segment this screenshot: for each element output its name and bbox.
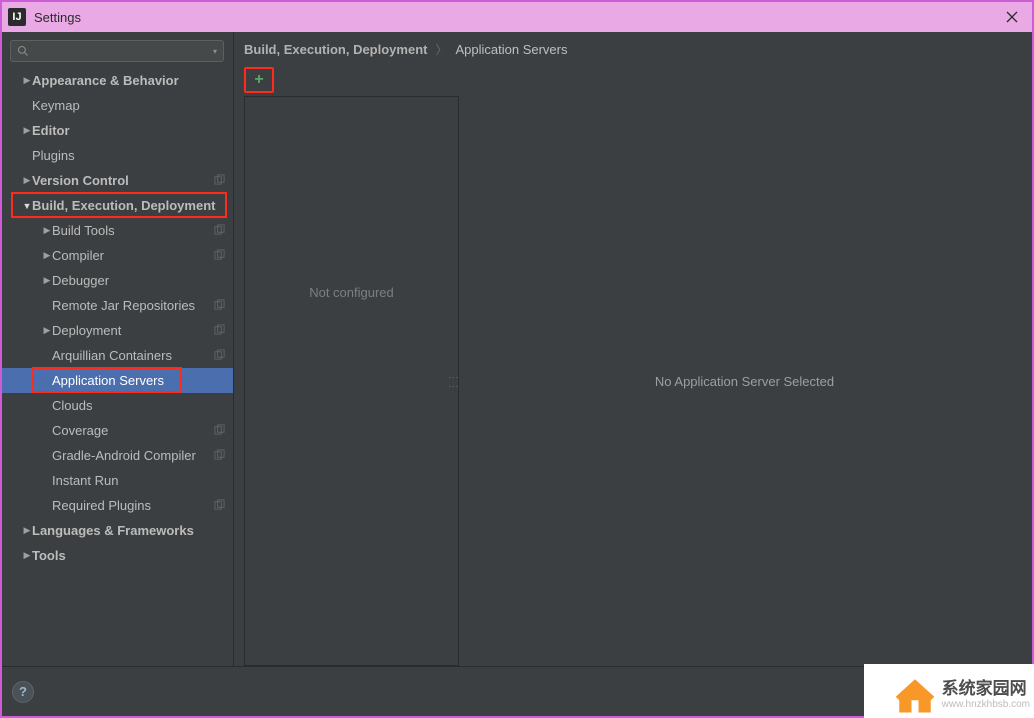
tree-item-label: Plugins xyxy=(32,148,75,163)
window-title: Settings xyxy=(34,10,998,25)
search-history-icon[interactable]: ▾ xyxy=(213,47,217,56)
tree-item-label: Compiler xyxy=(52,248,104,263)
chevron-right-icon: ▶ xyxy=(22,75,32,86)
tree-item-label: Debugger xyxy=(52,273,109,288)
close-icon[interactable] xyxy=(998,3,1026,31)
tree-item-label: Arquillian Containers xyxy=(52,348,172,363)
tree-item-compiler[interactable]: ▶Compiler xyxy=(2,243,233,268)
tree-item-deployment[interactable]: ▶Deployment xyxy=(2,318,233,343)
chevron-right-icon: ▶ xyxy=(22,175,32,186)
tree-item-label: Build Tools xyxy=(52,223,115,238)
tree-item-label: Coverage xyxy=(52,423,108,438)
search-input[interactable] xyxy=(33,44,213,58)
tree-item-build-tools[interactable]: ▶Build Tools xyxy=(2,218,233,243)
tree-item-label: Editor xyxy=(32,123,70,138)
tree-item-clouds[interactable]: Clouds xyxy=(2,393,233,418)
titlebar: IJ Settings xyxy=(2,2,1032,32)
copy-scope-icon xyxy=(214,223,225,238)
copy-scope-icon xyxy=(214,248,225,263)
breadcrumb: Build, Execution, Deployment 〉 Applicati… xyxy=(234,32,1032,66)
chevron-down-icon: ▼ xyxy=(22,201,32,211)
tree-item-label: Build, Execution, Deployment xyxy=(32,198,215,213)
breadcrumb-parent: Build, Execution, Deployment xyxy=(244,42,427,57)
chevron-right-icon: ▶ xyxy=(22,525,32,536)
tree-item-label: Required Plugins xyxy=(52,498,151,513)
chevron-right-icon: ▶ xyxy=(22,125,32,136)
server-list-pane[interactable]: Not configured ⋮⋮ xyxy=(244,96,459,666)
watermark: 系统家园网 www.hnzkhbsb.com xyxy=(894,674,1030,716)
watermark-line1: 系统家园网 xyxy=(942,680,1030,699)
tree-item-instant-run[interactable]: Instant Run xyxy=(2,468,233,493)
splitter-grip-icon[interactable]: ⋮⋮ xyxy=(447,372,460,390)
tree-item-tools[interactable]: ▶Tools xyxy=(2,543,233,568)
detail-empty-text: No Application Server Selected xyxy=(655,374,834,389)
tree-item-build-execution-deployment[interactable]: ▼Build, Execution, Deployment xyxy=(2,193,233,218)
body: ▾ ▶Appearance & BehaviorKeymap▶EditorPlu… xyxy=(2,32,1032,716)
copy-scope-icon xyxy=(214,323,225,338)
tree-item-label: Appearance & Behavior xyxy=(32,73,179,88)
copy-scope-icon xyxy=(214,348,225,363)
chevron-right-icon: 〉 xyxy=(435,41,447,58)
search-icon xyxy=(17,45,29,57)
tree-item-label: Application Servers xyxy=(52,373,164,388)
app-icon: IJ xyxy=(8,8,26,26)
copy-scope-icon xyxy=(214,498,225,513)
watermark-line2: www.hnzkhbsb.com xyxy=(942,699,1030,710)
copy-scope-icon xyxy=(214,448,225,463)
chevron-right-icon: ▶ xyxy=(42,250,52,261)
tree-item-application-servers[interactable]: Application Servers xyxy=(2,368,233,393)
copy-scope-icon xyxy=(214,173,225,188)
settings-window: IJ Settings ▾ ▶Appearance & BehaviorKeym… xyxy=(0,0,1034,718)
help-button[interactable]: ? xyxy=(12,681,34,703)
tree-item-label: Keymap xyxy=(32,98,80,113)
tree-item-keymap[interactable]: Keymap xyxy=(2,93,233,118)
chevron-right-icon: ▶ xyxy=(42,325,52,336)
house-icon xyxy=(894,674,936,716)
toolbar: + xyxy=(234,66,1032,94)
tree-item-debugger[interactable]: ▶Debugger xyxy=(2,268,233,293)
tree-item-label: Tools xyxy=(32,548,66,563)
copy-scope-icon xyxy=(214,298,225,313)
tree-item-editor[interactable]: ▶Editor xyxy=(2,118,233,143)
tree-item-plugins[interactable]: Plugins xyxy=(2,143,233,168)
tree-item-label: Deployment xyxy=(52,323,121,338)
tree-item-appearance-behavior[interactable]: ▶Appearance & Behavior xyxy=(2,68,233,93)
tree-item-arquillian-containers[interactable]: Arquillian Containers xyxy=(2,343,233,368)
chevron-right-icon: ▶ xyxy=(22,550,32,561)
tree-item-label: Gradle-Android Compiler xyxy=(52,448,196,463)
panels: Not configured ⋮⋮ No Application Server … xyxy=(244,96,1030,666)
content: Build, Execution, Deployment 〉 Applicati… xyxy=(234,32,1032,666)
list-empty-text: Not configured xyxy=(309,285,394,300)
tree-item-gradle-android-compiler[interactable]: Gradle-Android Compiler xyxy=(2,443,233,468)
add-button[interactable]: + xyxy=(254,72,263,88)
tree-item-required-plugins[interactable]: Required Plugins xyxy=(2,493,233,518)
tree-item-label: Version Control xyxy=(32,173,129,188)
sidebar: ▾ ▶Appearance & BehaviorKeymap▶EditorPlu… xyxy=(2,32,234,666)
tree-item-label: Remote Jar Repositories xyxy=(52,298,195,313)
tree-item-version-control[interactable]: ▶Version Control xyxy=(2,168,233,193)
chevron-right-icon: ▶ xyxy=(42,275,52,286)
settings-tree[interactable]: ▶Appearance & BehaviorKeymap▶EditorPlugi… xyxy=(2,68,233,666)
breadcrumb-leaf: Application Servers xyxy=(455,42,567,57)
tree-item-languages-frameworks[interactable]: ▶Languages & Frameworks xyxy=(2,518,233,543)
search-row: ▾ xyxy=(2,32,233,68)
tree-item-label: Instant Run xyxy=(52,473,119,488)
tree-item-coverage[interactable]: Coverage xyxy=(2,418,233,443)
tree-item-remote-jar-repositories[interactable]: Remote Jar Repositories xyxy=(2,293,233,318)
tree-item-label: Clouds xyxy=(52,398,92,413)
copy-scope-icon xyxy=(214,423,225,438)
upper: ▾ ▶Appearance & BehaviorKeymap▶EditorPlu… xyxy=(2,32,1032,666)
chevron-right-icon: ▶ xyxy=(42,225,52,236)
tree-item-label: Languages & Frameworks xyxy=(32,523,194,538)
search-box[interactable]: ▾ xyxy=(10,40,224,62)
server-detail-pane: No Application Server Selected xyxy=(459,96,1030,666)
add-button-highlight: + xyxy=(244,67,274,93)
